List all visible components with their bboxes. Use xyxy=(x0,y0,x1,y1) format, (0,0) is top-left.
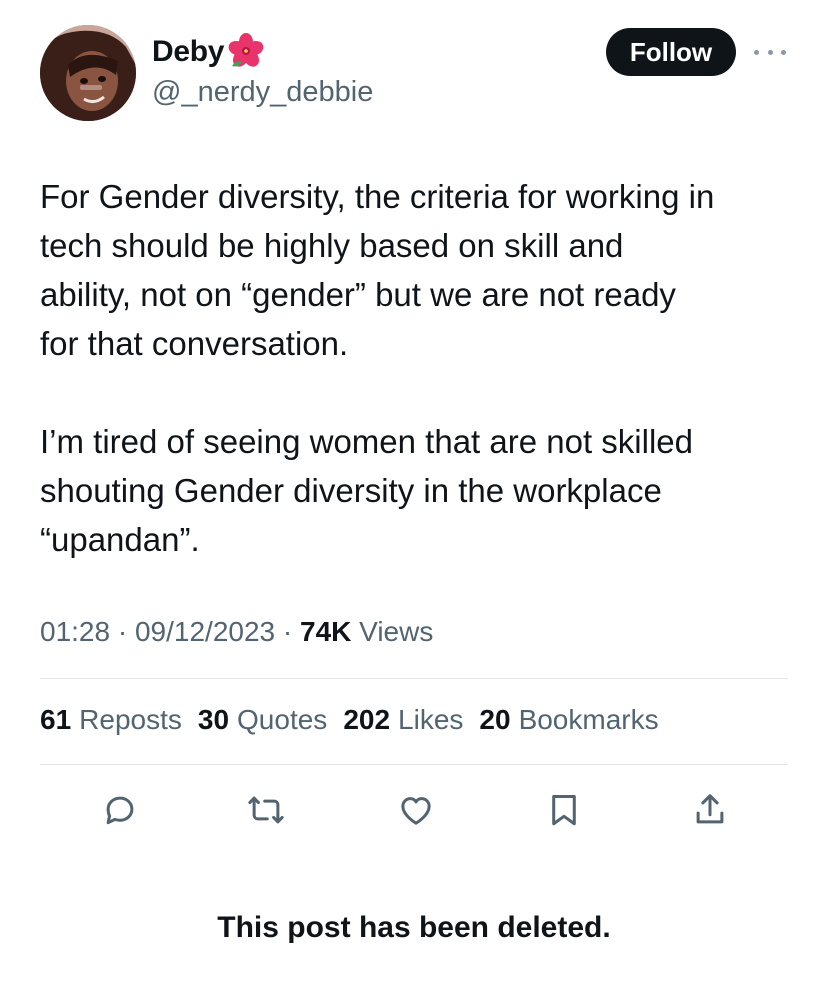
post-time[interactable]: 01:28 xyxy=(40,616,110,647)
like-icon xyxy=(401,797,431,825)
author-handle[interactable]: @_nerdy_debbie xyxy=(152,74,373,110)
repost-button[interactable] xyxy=(244,786,288,834)
hibiscus-icon xyxy=(228,33,264,67)
more-options-icon[interactable] xyxy=(754,44,786,60)
reply-icon xyxy=(106,796,134,825)
quotes-stat[interactable]: 30 Quotes xyxy=(198,700,327,740)
post-date[interactable]: 09/12/2023 xyxy=(135,616,275,647)
likes-count: 202 xyxy=(343,704,391,735)
divider xyxy=(40,764,788,765)
repost-icon xyxy=(248,796,284,824)
likes-stat[interactable]: 202 Likes xyxy=(343,700,463,740)
dot xyxy=(767,49,773,55)
quotes-count: 30 xyxy=(197,704,230,735)
post-meta: 01:28 · 09/12/2023 · 74K Views xyxy=(40,612,433,652)
reposts-stat[interactable]: 61 Reposts xyxy=(40,700,182,740)
quotes-label: Quotes xyxy=(237,704,328,735)
bookmarks-count: 20 xyxy=(479,704,511,735)
meta-separator: · xyxy=(282,616,300,647)
post-detail-page: Deby @_nerdy_debbie Follow For Gender di… xyxy=(0,0,828,993)
bookmarks-label: Bookmarks xyxy=(518,704,659,735)
dot xyxy=(781,49,786,55)
share-button[interactable] xyxy=(688,786,732,834)
post-paragraph-1: For Gender diversity, the criteria for w… xyxy=(40,178,715,362)
engagement-stats: 61 Reposts 30 Quotes 202 Likes 20 Bookmarks xyxy=(40,700,659,740)
avatar[interactable] xyxy=(40,25,136,121)
author-display-name[interactable]: Deby xyxy=(152,32,266,72)
bookmarks-stat[interactable]: 20 Bookmarks xyxy=(479,700,658,740)
dot xyxy=(754,49,759,55)
reposts-label: Reposts xyxy=(79,704,182,735)
bookmark-icon xyxy=(552,795,576,826)
post-paragraph-2: I’m tired of seeing women that are not s… xyxy=(40,423,693,558)
like-button[interactable] xyxy=(394,786,438,834)
meta-separator: · xyxy=(117,616,135,647)
display-name-text: Deby xyxy=(152,35,225,68)
divider xyxy=(40,678,788,679)
views-count[interactable]: 74K xyxy=(300,616,351,647)
deleted-notice: This post has been deleted. xyxy=(217,911,611,944)
follow-button[interactable]: Follow xyxy=(606,28,736,76)
share-icon xyxy=(696,794,724,824)
views-label: Views xyxy=(359,616,434,647)
action-bar xyxy=(40,786,788,834)
avatar-image xyxy=(40,25,136,121)
bookmark-button[interactable] xyxy=(542,786,586,834)
likes-label: Likes xyxy=(398,704,464,735)
post-text: For Gender diversity, the criteria for w… xyxy=(40,172,800,564)
reply-button[interactable] xyxy=(98,786,142,834)
reposts-count: 61 xyxy=(40,704,72,735)
